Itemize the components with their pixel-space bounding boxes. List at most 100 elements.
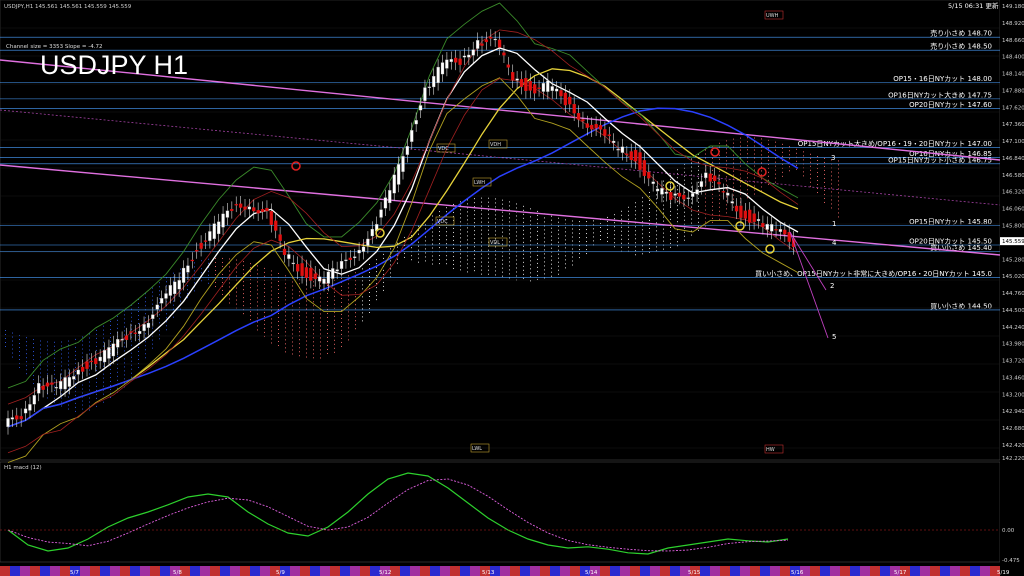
cloud-dot (467, 211, 468, 213)
cloud-dot (47, 353, 48, 355)
cloud-dot (236, 259, 237, 261)
cloud-dot (432, 247, 433, 249)
cloud-dot (145, 349, 146, 351)
cloud-dot (775, 161, 776, 163)
candle-body (133, 332, 137, 334)
cloud-dot (299, 339, 300, 341)
cloud-dot (33, 355, 34, 357)
cloud-dot (264, 275, 265, 277)
candle-body (519, 79, 524, 87)
cloud-dot (747, 161, 748, 163)
session-band (10, 566, 20, 576)
cloud-dot (509, 245, 510, 247)
cloud-dot (117, 327, 118, 329)
session-band (360, 566, 370, 576)
cloud-dot (740, 161, 741, 163)
cloud-dot (257, 269, 258, 271)
cloud-dot (502, 247, 503, 249)
cloud-dot (26, 345, 27, 347)
cloud-dot (306, 356, 307, 358)
cloud-dot (292, 297, 293, 299)
candle-body (581, 119, 585, 122)
session-band (870, 566, 880, 576)
cloud-dot (558, 217, 559, 219)
candle-body (357, 249, 361, 254)
cloud-dot (838, 164, 839, 166)
cloud-dot (572, 264, 573, 266)
cloud-dot (5, 342, 6, 343)
cloud-dot (138, 314, 139, 316)
cloud-dot (838, 212, 839, 214)
cloud-dot (61, 369, 62, 371)
cloud-dot (103, 377, 104, 379)
candle-body (568, 96, 572, 105)
cloud-dot (418, 249, 419, 251)
cloud-dot (537, 254, 538, 256)
cloud-dot (460, 265, 461, 267)
cloud-dot (306, 324, 307, 326)
cloud-dot (159, 334, 160, 336)
candle-body (756, 219, 761, 221)
cloud-dot (54, 369, 55, 371)
cloud-dot (12, 332, 13, 334)
cloud-dot (271, 298, 272, 300)
cloud-dot (89, 345, 90, 347)
cloud-dot (61, 377, 62, 379)
session-band (970, 566, 980, 576)
cloud-dot (509, 229, 510, 231)
cloud-dot (334, 323, 335, 325)
cloud-dot (250, 311, 251, 313)
cloud-dot (600, 230, 601, 232)
cloud-dot (180, 292, 181, 294)
cloud-dot (285, 351, 286, 353)
cloud-dot (586, 229, 587, 231)
cloud-dot (243, 305, 244, 307)
candle-body (682, 194, 686, 200)
cloud-dot (278, 328, 279, 330)
cloud-dot (257, 273, 258, 275)
candle-body (449, 59, 453, 62)
candle-body (660, 188, 664, 195)
candle-body (734, 205, 739, 212)
cloud-dot (614, 234, 615, 236)
cloud-dot (579, 221, 580, 223)
candle-body (511, 72, 515, 81)
cloud-dot (691, 202, 692, 204)
cloud-dot (54, 393, 55, 395)
cloud-dot (663, 180, 664, 182)
session-band (780, 566, 790, 576)
candle-body (414, 120, 418, 125)
cloud-dot (75, 350, 76, 352)
cloud-dot (698, 197, 699, 199)
cloud-dot (131, 312, 132, 314)
cloud-dot (446, 239, 447, 241)
cloud-dot (467, 247, 468, 249)
cloud-dot (264, 291, 265, 293)
cloud-dot (726, 160, 727, 162)
candle-body (699, 181, 704, 187)
cloud-dot (313, 297, 314, 299)
cloud-dot (425, 240, 426, 242)
cloud-dot (817, 184, 818, 186)
cloud-dot (285, 295, 286, 297)
cloud-dot (271, 306, 272, 308)
cloud-dot (243, 289, 244, 291)
cloud-dot (824, 197, 825, 199)
cloud-dot (530, 224, 531, 226)
cloud-dot (726, 152, 727, 154)
cloud-dot (558, 257, 559, 259)
cloud-dot (40, 352, 41, 354)
cloud-dot (243, 313, 244, 315)
cloud-dot (138, 318, 139, 320)
cloud-dot (740, 145, 741, 147)
cloud-dot (516, 235, 517, 237)
cloud-dot (544, 245, 545, 247)
cloud-dot (61, 389, 62, 391)
cloud-dot (341, 313, 342, 315)
cloud-dot (642, 241, 643, 243)
cloud-dot (348, 291, 349, 293)
candle-body (594, 123, 598, 129)
session-band (30, 566, 40, 576)
cloud-dot (376, 271, 377, 273)
candle-body (63, 377, 67, 390)
